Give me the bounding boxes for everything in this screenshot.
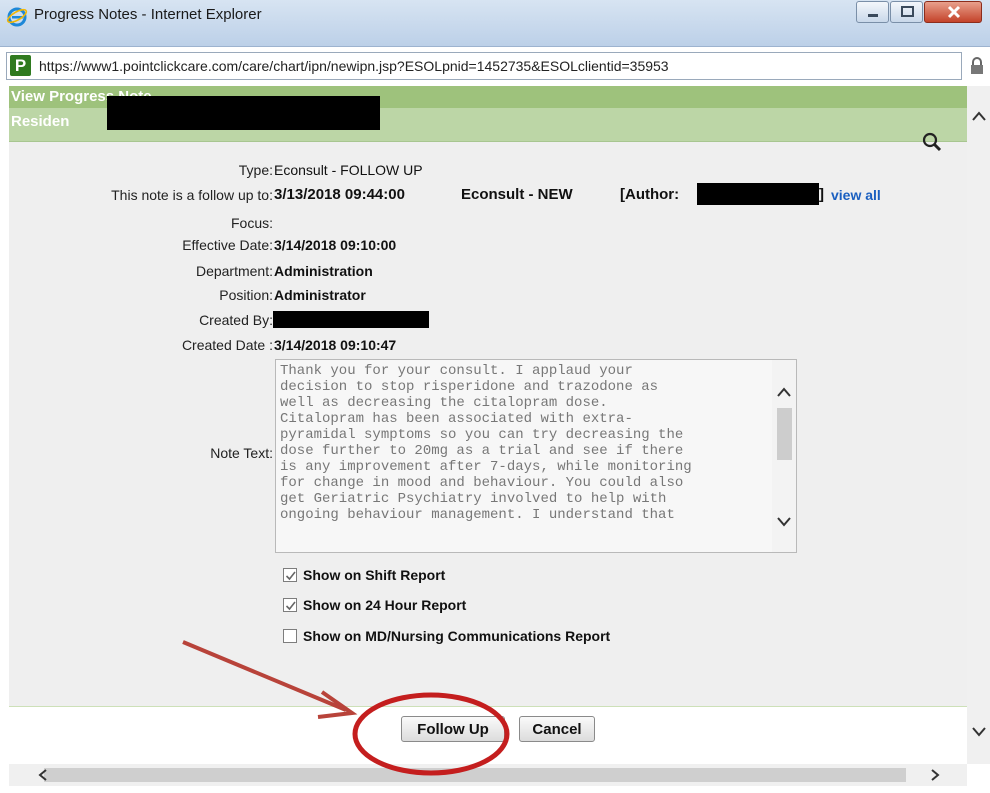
redacted-author <box>697 183 819 205</box>
minimize-button[interactable] <box>856 1 889 23</box>
focus-label: Focus: <box>230 215 273 231</box>
author-close: ] <box>819 186 824 203</box>
window-horizontal-scrollbar[interactable] <box>9 764 967 786</box>
lock-icon <box>971 57 983 74</box>
resident-label: Residen <box>11 113 70 130</box>
department-label: Department: <box>195 263 273 279</box>
created-date-value: 3/14/2018 09:10:47 <box>274 337 397 353</box>
type-value: Econsult - FOLLOW UP <box>274 162 423 178</box>
note-scroll-thumb[interactable] <box>777 408 792 460</box>
chevron-right-icon[interactable] <box>929 768 941 782</box>
md-nursing-report-checkbox[interactable] <box>283 629 297 643</box>
note-text-content: Thank you for your consult. I applaud yo… <box>280 363 692 523</box>
minimize-icon <box>868 14 878 17</box>
24-hour-report-label: Show on 24 Hour Report <box>303 597 467 613</box>
position-label: Position: <box>219 287 273 303</box>
redacted-resident-name <box>107 96 380 130</box>
maximize-button[interactable] <box>890 1 923 23</box>
internet-explorer-icon <box>6 7 28 27</box>
followup-date: 3/13/2018 09:44:00 <box>274 186 405 203</box>
chevron-down-icon[interactable] <box>776 516 792 528</box>
followup-label: This note is a follow up to: <box>111 187 273 203</box>
24-hour-report-checkbox[interactable] <box>283 598 297 612</box>
chevron-left-icon[interactable] <box>37 768 49 782</box>
shift-report-label: Show on Shift Report <box>303 567 446 583</box>
follow-up-button[interactable]: Follow Up <box>401 716 505 742</box>
followup-type: Econsult - NEW <box>461 186 573 203</box>
maximize-icon <box>901 6 914 17</box>
window-vertical-scrollbar[interactable] <box>967 86 990 764</box>
check-icon <box>285 571 296 581</box>
address-url: https://www1.pointclickcare.com/care/cha… <box>39 58 669 74</box>
created-by-label: Created By: <box>199 312 273 328</box>
md-nursing-report-label: Show on MD/Nursing Communications Report <box>303 628 611 644</box>
address-bar[interactable]: P https://www1.pointclickcare.com/care/c… <box>6 52 962 80</box>
position-value: Administrator <box>274 287 366 303</box>
close-icon <box>947 5 961 19</box>
effective-date-label: Effective Date: <box>182 237 273 253</box>
chevron-up-icon[interactable] <box>971 110 987 122</box>
cancel-button[interactable]: Cancel <box>519 716 595 742</box>
window-title: Progress Notes - Internet Explorer <box>34 6 262 23</box>
window-titlebar: Progress Notes - Internet Explorer <box>0 0 990 47</box>
check-icon <box>285 601 296 611</box>
note-text-label: Note Text: <box>210 445 273 461</box>
shift-report-checkbox[interactable] <box>283 568 297 582</box>
site-favicon-icon: P <box>10 55 31 76</box>
view-all-link[interactable]: view all <box>831 187 881 203</box>
effective-date-value: 3/14/2018 09:10:00 <box>274 237 397 253</box>
progress-note-pane: View Progress Note Residen Type: Econsul… <box>9 86 967 765</box>
chevron-up-icon[interactable] <box>776 386 792 398</box>
created-date-label: Created Date : <box>181 337 273 353</box>
department-value: Administration <box>274 263 373 279</box>
type-label: Type: <box>238 162 273 178</box>
chevron-down-icon[interactable] <box>971 726 987 738</box>
note-scrollbar[interactable] <box>772 360 796 552</box>
author-label: [Author: <box>620 186 680 203</box>
horizontal-scroll-thumb[interactable] <box>44 768 906 782</box>
note-text-area[interactable]: Thank you for your consult. I applaud yo… <box>275 359 797 553</box>
close-button[interactable] <box>924 1 982 23</box>
search-icon[interactable] <box>921 131 943 153</box>
redacted-created-by <box>273 311 429 328</box>
button-footer: Follow Up Cancel <box>9 706 967 765</box>
